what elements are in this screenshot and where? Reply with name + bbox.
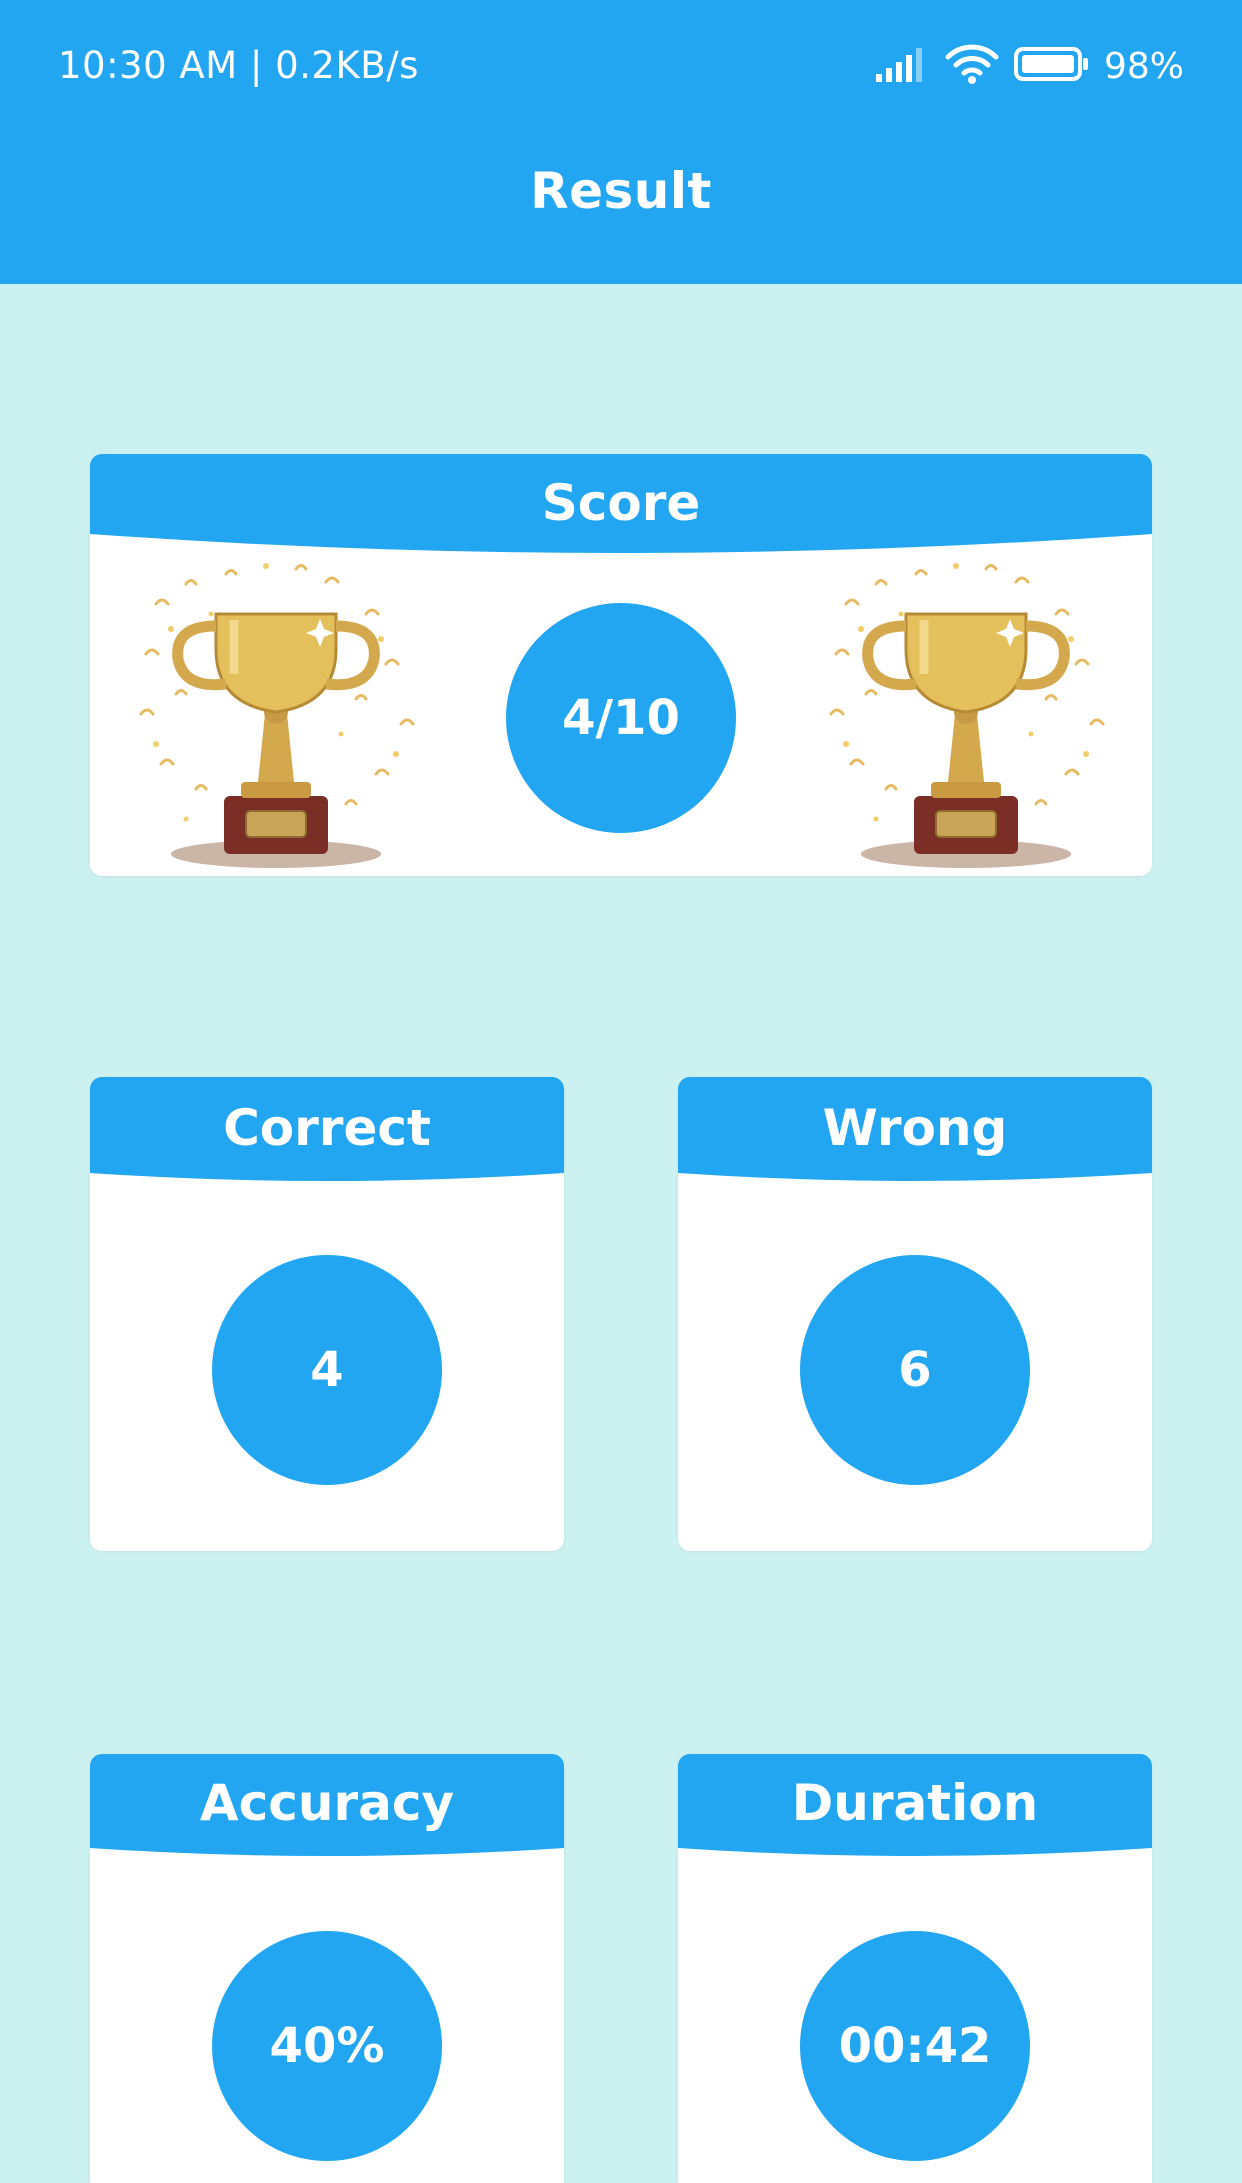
correct-card: Correct 4 — [90, 1077, 564, 1551]
wrong-card: Wrong 6 — [678, 1077, 1152, 1551]
score-value-circle: 4/10 — [506, 603, 736, 833]
page-title: Result — [530, 162, 712, 220]
score-card: Score 4/10 — [90, 454, 1152, 876]
correct-card-title: Correct — [223, 1099, 431, 1157]
wifi-icon — [944, 43, 1000, 89]
accuracy-value-circle: 40% — [212, 1931, 442, 2161]
status-bar: 10:30 AM | 0.2KB/s 98% — [0, 0, 1242, 132]
signal-icon — [875, 46, 930, 86]
duration-card-header: Duration — [678, 1754, 1152, 1860]
accuracy-card-header: Accuracy — [90, 1754, 564, 1860]
battery-icon — [1013, 46, 1090, 86]
score-card-title: Score — [541, 474, 701, 532]
correct-card-header: Correct — [90, 1077, 564, 1185]
duration-card-title: Duration — [791, 1774, 1039, 1832]
wrong-card-title: Wrong — [822, 1099, 1008, 1157]
wrong-value-circle: 6 — [800, 1255, 1030, 1485]
app-bar: 10:30 AM | 0.2KB/s 98% Result — [0, 0, 1242, 284]
duration-value-circle: 00:42 — [800, 1931, 1030, 2161]
trophy-icon — [116, 554, 436, 874]
score-card-header: Score — [90, 454, 1152, 560]
battery-percent: 98% — [1103, 45, 1184, 87]
status-icons: 98% — [875, 42, 1184, 90]
duration-card: Duration 00:42 — [678, 1754, 1152, 2183]
correct-value-circle: 4 — [212, 1255, 442, 1485]
accuracy-card: Accuracy 40% — [90, 1754, 564, 2183]
wrong-card-header: Wrong — [678, 1077, 1152, 1185]
trophy-icon — [806, 554, 1126, 874]
status-time-speed: 10:30 AM | 0.2KB/s — [58, 44, 419, 87]
accuracy-card-title: Accuracy — [199, 1774, 455, 1832]
